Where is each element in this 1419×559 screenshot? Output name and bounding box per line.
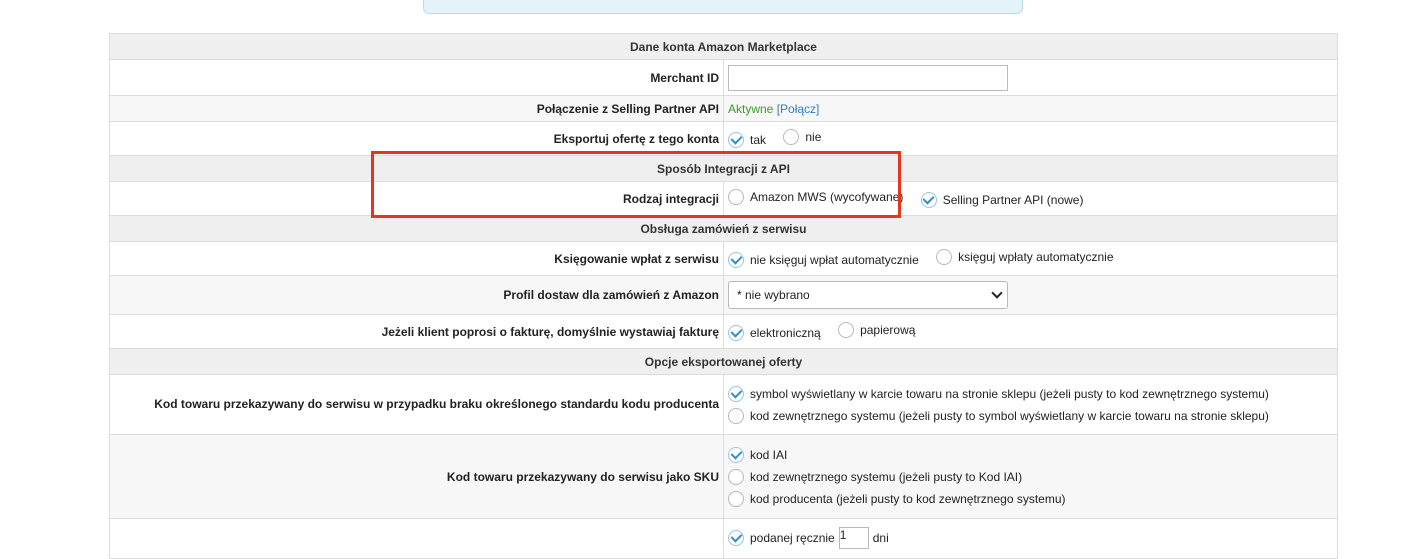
sku-label: Kod towaru przekazywany do serwisu jako … — [109, 434, 724, 519]
row-product-code: Kod towaru przekazywany do serwisu w prz… — [109, 374, 1338, 435]
integration-spapi-radio[interactable]: Selling Partner API (nowe) — [920, 192, 1083, 208]
invoice-electronic-radio[interactable]: elektroniczną — [728, 325, 821, 341]
row-spapi-connection: Połączenie z Selling Partner API Aktywne… — [109, 95, 1338, 122]
payments-label: Księgowanie wpłat z serwisu — [109, 241, 724, 276]
delivery-profile-label: Profil dostaw dla zamówień z Amazon — [109, 275, 724, 315]
product-code-external-radio[interactable]: kod zewnętrznego systemu (jeżeli pusty t… — [728, 407, 1333, 424]
radio-checked-icon — [728, 252, 744, 268]
export-offer-no-radio[interactable]: nie — [783, 129, 821, 145]
spapi-connect-link[interactable]: [Połącz] — [777, 102, 820, 116]
radio-unchecked-icon — [728, 490, 744, 507]
radio-checked-icon — [728, 385, 744, 402]
product-code-symbol-radio[interactable]: symbol wyświetlany w karcie towaru na st… — [728, 385, 1333, 402]
radio-unchecked-icon — [728, 189, 744, 205]
export-offer-yes-radio[interactable]: tak — [728, 132, 766, 148]
row-delivery-profile: Profil dostaw dla zamówień z Amazon * ni… — [109, 275, 1338, 315]
section-offer-header: Opcje eksportowanej oferty — [109, 348, 1338, 375]
info-notice-box — [423, 0, 1023, 14]
section-orders-header: Obsługa zamówień z serwisu — [109, 215, 1338, 242]
product-code-label: Kod towaru przekazywany do serwisu w prz… — [109, 374, 724, 435]
section-integration-header: Sposób Integracji z API — [109, 155, 1338, 182]
row-integration-type: Rodzaj integracji Amazon MWS (wycofywane… — [109, 181, 1338, 216]
row-invoice: Jeżeli klient poprosi o fakturę, domyśln… — [109, 314, 1338, 349]
amazon-account-form: Dane konta Amazon Marketplace Merchant I… — [109, 33, 1338, 559]
integration-mws-radio[interactable]: Amazon MWS (wycofywane) — [728, 189, 903, 205]
radio-unchecked-icon — [728, 407, 744, 424]
row-merchant-id: Merchant ID — [109, 59, 1338, 96]
chevron-down-icon — [991, 287, 1003, 299]
radio-unchecked-icon — [838, 322, 855, 338]
export-offer-label: Eksportuj ofertę z tego konta — [109, 121, 724, 156]
spapi-connection-label: Połączenie z Selling Partner API — [109, 95, 724, 122]
merchant-id-input[interactable] — [728, 64, 1008, 91]
days-input[interactable]: 1 — [838, 527, 869, 549]
integration-type-label: Rodzaj integracji — [109, 181, 724, 216]
radio-checked-icon — [728, 530, 744, 546]
delivery-profile-select[interactable]: * nie wybrano — [728, 281, 1008, 309]
sku-iai-radio[interactable]: kod IAI — [728, 446, 1333, 463]
radio-checked-icon — [728, 446, 744, 463]
row-sku: Kod towaru przekazywany do serwisu jako … — [109, 434, 1338, 519]
payments-manual-radio[interactable]: nie księguj wpłat automatycznie — [728, 252, 919, 268]
radio-unchecked-icon — [728, 468, 744, 485]
spapi-status: Aktywne — [728, 101, 774, 116]
merchant-id-label: Merchant ID — [109, 59, 724, 96]
payments-auto-radio[interactable]: księguj wpłaty automatycznie — [936, 249, 1114, 265]
radio-unchecked-icon — [936, 249, 953, 265]
row-payments: Księgowanie wpłat z serwisu nie księguj … — [109, 241, 1338, 276]
invoice-label: Jeżeli klient poprosi o fakturę, domyśln… — [109, 314, 724, 349]
radio-checked-icon — [920, 192, 937, 208]
radio-unchecked-icon — [783, 129, 800, 145]
row-partial: podanej ręcznie 1 dni — [109, 518, 1338, 559]
sku-producer-radio[interactable]: kod producenta (jeżeli pusty to kod zewn… — [728, 490, 1333, 507]
section-account-header: Dane konta Amazon Marketplace — [109, 33, 1338, 60]
sku-external-radio[interactable]: kod zewnętrznego systemu (jeżeli pusty t… — [728, 468, 1333, 485]
partial-manual-radio[interactable]: podanej ręcznie 1 dni — [728, 527, 889, 549]
invoice-paper-radio[interactable]: papierową — [838, 322, 915, 338]
radio-checked-icon — [728, 132, 744, 148]
row-export-offer: Eksportuj ofertę z tego konta tak nie — [109, 121, 1338, 156]
radio-checked-icon — [728, 325, 744, 341]
partial-row-label — [109, 518, 724, 559]
